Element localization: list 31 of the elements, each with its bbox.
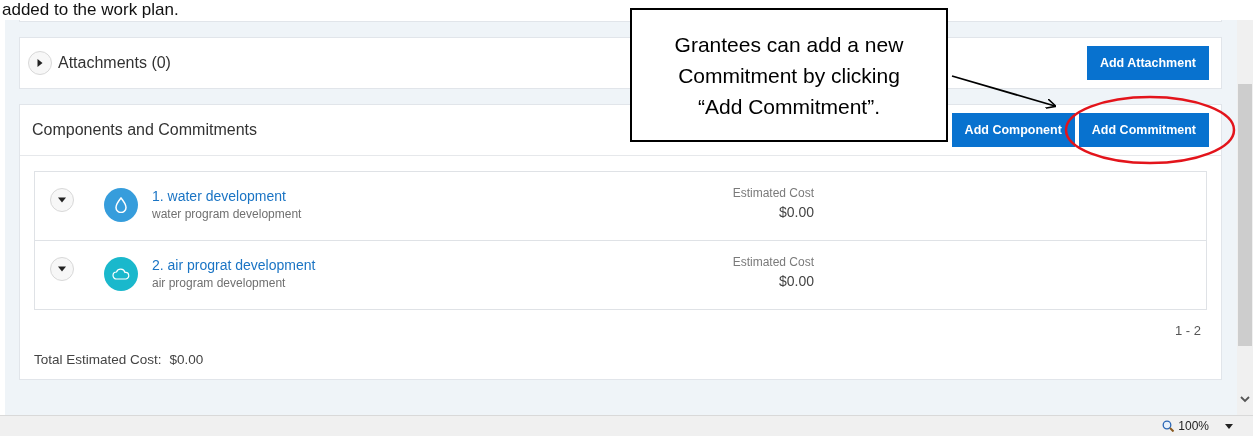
component-description: air program development: [152, 276, 287, 290]
caret-right-icon: [36, 59, 44, 67]
component-link[interactable]: 2. air prograt development: [152, 257, 316, 273]
cloud-icon: [112, 268, 130, 280]
add-attachment-button[interactable]: Add Attachment: [1086, 46, 1209, 80]
total-value: $0.00: [169, 352, 204, 367]
caret-down-icon: [58, 196, 66, 204]
zoom-icon[interactable]: [1162, 420, 1175, 432]
chevron-down-icon[interactable]: [1240, 396, 1250, 403]
total-label: Total Estimated Cost:: [34, 352, 162, 367]
add-button[interactable]: Add Commitment: [1078, 113, 1209, 147]
expand-toggle[interactable]: [50, 257, 74, 281]
pagination-text: 1 - 2: [1175, 323, 1201, 338]
cost-value: $0.00: [778, 273, 814, 289]
zoom-level: 100%: [1178, 419, 1209, 433]
caret-down-icon: [58, 265, 66, 273]
expand-toggle[interactable]: [28, 51, 52, 75]
expand-toggle[interactable]: [50, 188, 74, 212]
cost-value: $0.00: [778, 204, 814, 220]
scrollbar-thumb[interactable]: [1238, 84, 1252, 346]
document-text: added to the work plan.: [2, 0, 179, 19]
panel-title: Components and Commitments: [32, 121, 257, 139]
droplet-icon: [115, 197, 127, 213]
component-description: water program development: [152, 207, 303, 221]
cost-label: Estimated Cost: [732, 255, 814, 269]
cost-label: Estimated Cost: [732, 186, 814, 200]
caret-down-icon[interactable]: [1225, 423, 1233, 429]
callout-box: Grantees can add a new Commitment by clicking “Add Commitment”.: [630, 8, 948, 142]
panel-title: Attachments (0): [58, 54, 171, 72]
add-button[interactable]: Add Component: [951, 113, 1075, 147]
component-link[interactable]: 1. water development: [152, 188, 286, 204]
